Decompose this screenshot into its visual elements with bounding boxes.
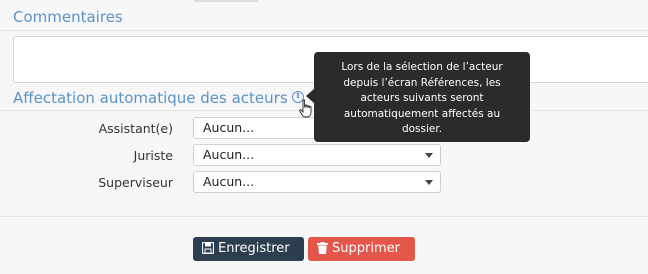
superviseur-select-value: Aucun... — [203, 174, 255, 189]
save-button-label: Enregistrer — [218, 241, 290, 256]
juriste-label: Juriste — [133, 148, 173, 163]
superviseur-label: Superviseur — [98, 175, 173, 190]
divider — [0, 216, 648, 217]
chevron-down-icon — [425, 153, 433, 158]
affectation-section-title: Affectation automatique des acteurs — [13, 89, 288, 107]
save-icon — [201, 241, 215, 255]
assistant-select-value: Aucun... — [203, 120, 255, 135]
info-tooltip: Lors de la sélection de l’acteur depuis … — [314, 52, 530, 142]
delete-button[interactable]: Supprimer — [308, 237, 415, 261]
chevron-down-icon — [425, 180, 433, 185]
assistant-label: Assistant(e) — [98, 121, 173, 136]
delete-button-label: Supprimer — [332, 241, 400, 256]
juriste-select[interactable]: Aucun... — [193, 144, 441, 166]
hand-cursor-icon — [299, 99, 312, 118]
divider — [0, 30, 648, 31]
trash-icon — [317, 242, 328, 254]
comments-section-title: Commentaires — [13, 8, 123, 26]
juriste-select-value: Aucun... — [203, 147, 255, 162]
top-stub — [194, 0, 258, 2]
save-button[interactable]: Enregistrer — [193, 237, 304, 261]
superviseur-select[interactable]: Aucun... — [193, 171, 441, 193]
